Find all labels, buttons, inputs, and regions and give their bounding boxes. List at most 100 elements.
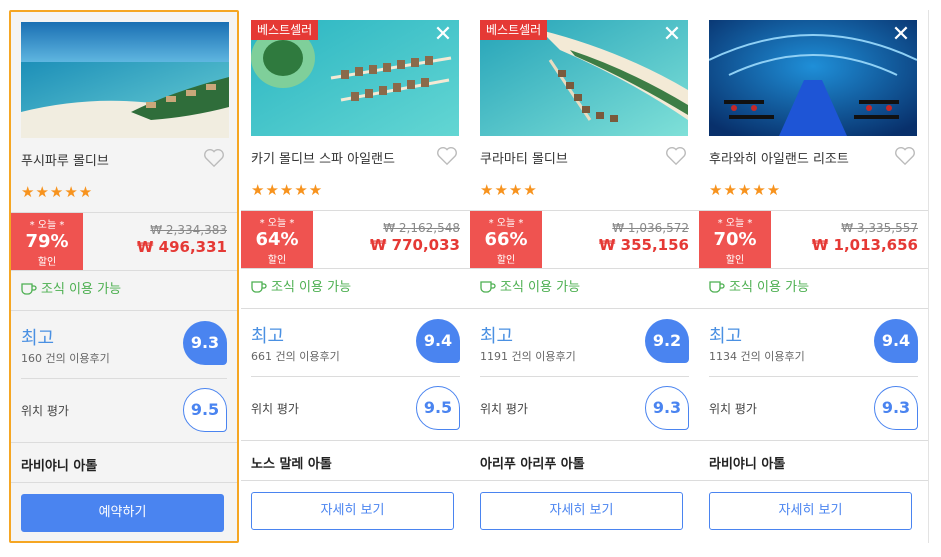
star-rating: ★★★★★ xyxy=(709,181,782,199)
divider xyxy=(470,268,699,269)
original-price: ₩ 2,162,548 xyxy=(383,221,460,235)
rating-word: 최고 xyxy=(480,326,514,347)
book-button[interactable]: 예약하기 xyxy=(21,494,224,532)
bestseller-badge: 베스트셀러 xyxy=(480,20,548,40)
location-label: 위치 평가 xyxy=(251,402,299,416)
divider xyxy=(470,440,699,441)
star-rating: ★★★★★ xyxy=(21,183,94,201)
coffee-cup-icon xyxy=(251,280,267,293)
discount-suffix: 할인 xyxy=(37,257,57,268)
deal-today-label: * 오늘 * xyxy=(29,220,65,231)
area-name: 라비야니 아톨 xyxy=(21,459,98,474)
divider xyxy=(699,268,928,269)
sale-price: ₩ 770,033 xyxy=(369,236,460,254)
review-count[interactable]: 1191 건의 이용후기 xyxy=(480,348,576,364)
divider xyxy=(699,440,928,441)
divider xyxy=(241,440,470,441)
hotel-photo[interactable] xyxy=(21,22,229,138)
location-label: 위치 평가 xyxy=(480,402,528,416)
review-count[interactable]: 661 건의 이용후기 xyxy=(251,348,340,364)
discount-suffix: 할인 xyxy=(267,255,287,266)
discount-badge: * 오늘 * 79% 할인 xyxy=(11,213,83,271)
coffee-cup-icon xyxy=(480,280,496,293)
review-score-badge: 9.4 xyxy=(416,319,460,363)
original-price: ₩ 2,334,383 xyxy=(150,223,227,237)
review-count[interactable]: 160 건의 이용후기 xyxy=(21,350,110,366)
breakfast-info: 조식 이용 가능 xyxy=(251,276,351,295)
breakfast-label: 조식 이용 가능 xyxy=(729,280,810,295)
divider xyxy=(11,482,237,483)
discount-badge: * 오늘 * 66% 할인 xyxy=(470,211,542,269)
breakfast-info: 조식 이용 가능 xyxy=(21,278,121,297)
details-button[interactable]: 자세히 보기 xyxy=(480,492,683,530)
review-score-badge: 9.2 xyxy=(645,319,689,363)
rating-word: 최고 xyxy=(251,326,285,347)
details-button[interactable]: 자세히 보기 xyxy=(251,492,454,530)
location-label: 위치 평가 xyxy=(709,402,757,416)
sale-price: ₩ 355,156 xyxy=(598,236,689,254)
review-score-badge: 9.4 xyxy=(874,319,918,363)
divider xyxy=(241,480,470,481)
hotel-name[interactable]: 후라와히 아일랜드 리조트 xyxy=(709,148,849,167)
breakfast-label: 조식 이용 가능 xyxy=(271,280,352,295)
heart-icon[interactable] xyxy=(894,146,916,166)
details-button[interactable]: 자세히 보기 xyxy=(709,492,912,530)
hotel-photo[interactable]: ✕ xyxy=(709,20,917,136)
sale-price: ₩ 1,013,656 xyxy=(811,236,918,254)
hotel-name[interactable]: 푸시파루 몰디브 xyxy=(21,150,109,169)
heart-icon[interactable] xyxy=(665,146,687,166)
divider xyxy=(699,480,928,481)
original-price: ₩ 3,335,557 xyxy=(841,221,918,235)
review-count[interactable]: 1134 건의 이용후기 xyxy=(709,348,805,364)
star-rating: ★★★★★ xyxy=(251,181,324,199)
divider xyxy=(21,378,227,379)
breakfast-info: 조식 이용 가능 xyxy=(709,276,809,295)
close-icon[interactable]: ✕ xyxy=(433,24,453,46)
discount-percent: 66% xyxy=(484,229,528,250)
divider xyxy=(470,308,699,309)
star-rating: ★★★★ xyxy=(480,181,538,199)
hotel-name[interactable]: 쿠라마티 몰디브 xyxy=(480,148,568,167)
breakfast-label: 조식 이용 가능 xyxy=(41,282,122,297)
divider xyxy=(11,270,237,271)
discount-percent: 79% xyxy=(25,231,69,252)
hotel-card-kagi[interactable]: 베스트셀러 ✕ 카기 몰디브 스파 아일랜드 ★★★★★ * 오늘 * 64% … xyxy=(241,10,471,543)
divider xyxy=(480,376,689,377)
deal-today-label: * 오늘 * xyxy=(717,218,753,229)
hotel-photo[interactable]: 베스트셀러 ✕ xyxy=(251,20,459,136)
heart-icon[interactable] xyxy=(203,148,225,168)
hotel-card-pushifaru[interactable]: 푸시파루 몰디브 ★★★★★ * 오늘 * 79% 할인 ₩ 2,334,383… xyxy=(9,10,239,543)
close-icon[interactable]: ✕ xyxy=(891,24,911,46)
close-icon[interactable]: ✕ xyxy=(662,24,682,46)
divider xyxy=(699,308,928,309)
review-score-badge: 9.3 xyxy=(183,321,227,365)
divider xyxy=(470,480,699,481)
discount-percent: 70% xyxy=(713,229,757,250)
breakfast-label: 조식 이용 가능 xyxy=(500,280,581,295)
hotel-name[interactable]: 카기 몰디브 스파 아일랜드 xyxy=(251,148,395,167)
coffee-cup-icon xyxy=(21,282,37,295)
area-name: 라비야니 아톨 xyxy=(709,457,786,472)
hotel-photo[interactable]: 베스트셀러 ✕ xyxy=(480,20,688,136)
bestseller-badge: 베스트셀러 xyxy=(251,20,319,40)
hotel-card-kuramathi[interactable]: 베스트셀러 ✕ 쿠라마티 몰디브 ★★★★ * 오늘 * 66% 할인 ₩ 1,… xyxy=(470,10,700,543)
discount-badge: * 오늘 * 64% 할인 xyxy=(241,211,313,269)
location-score-badge: 9.3 xyxy=(874,386,918,430)
discount-suffix: 할인 xyxy=(496,255,516,266)
rating-word: 최고 xyxy=(709,326,743,347)
divider xyxy=(11,442,237,443)
heart-icon[interactable] xyxy=(436,146,458,166)
divider xyxy=(709,376,918,377)
area-name: 노스 말레 아톨 xyxy=(251,457,332,472)
area-name: 아리푸 아리푸 아톨 xyxy=(480,457,585,472)
location-score-badge: 9.5 xyxy=(416,386,460,430)
discount-suffix: 할인 xyxy=(725,255,745,266)
location-score-badge: 9.3 xyxy=(645,386,689,430)
divider xyxy=(11,310,237,311)
hotel-card-hurawalhi[interactable]: ✕ 후라와히 아일랜드 리조트 ★★★★★ * 오늘 * 70% 할인 ₩ 3,… xyxy=(699,10,929,543)
divider xyxy=(241,268,470,269)
deal-today-label: * 오늘 * xyxy=(259,218,295,229)
discount-badge: * 오늘 * 70% 할인 xyxy=(699,211,771,269)
location-score-badge: 9.5 xyxy=(183,388,227,432)
coffee-cup-icon xyxy=(709,280,725,293)
